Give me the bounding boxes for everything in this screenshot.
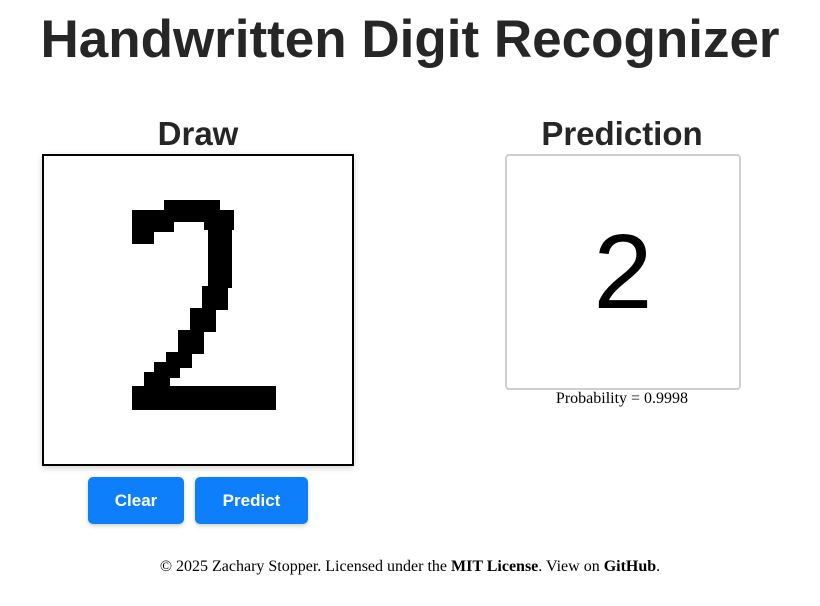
footer: © 2025 Zachary Stopper. Licensed under t… <box>0 557 820 577</box>
prediction-heading: Prediction <box>541 115 703 152</box>
prediction-box: 2 <box>505 154 741 390</box>
predicted-digit: 2 <box>593 213 653 331</box>
github-link[interactable]: GitHub <box>604 558 656 575</box>
clear-button[interactable]: Clear <box>88 477 184 524</box>
drawn-digit <box>132 200 276 410</box>
footer-end: . <box>656 558 661 575</box>
footer-copyright: © 2025 Zachary Stopper. Licensed under t… <box>159 558 452 575</box>
probability-text: Probability = 0.9998 <box>555 390 689 407</box>
license-link[interactable]: MIT License <box>451 558 538 575</box>
predict-button[interactable]: Predict <box>195 477 308 524</box>
drawing-canvas[interactable] <box>42 154 354 466</box>
page-title: Handwritten Digit Recognizer <box>40 10 780 69</box>
draw-heading: Draw <box>157 115 239 152</box>
footer-middle: . View on <box>538 558 604 575</box>
